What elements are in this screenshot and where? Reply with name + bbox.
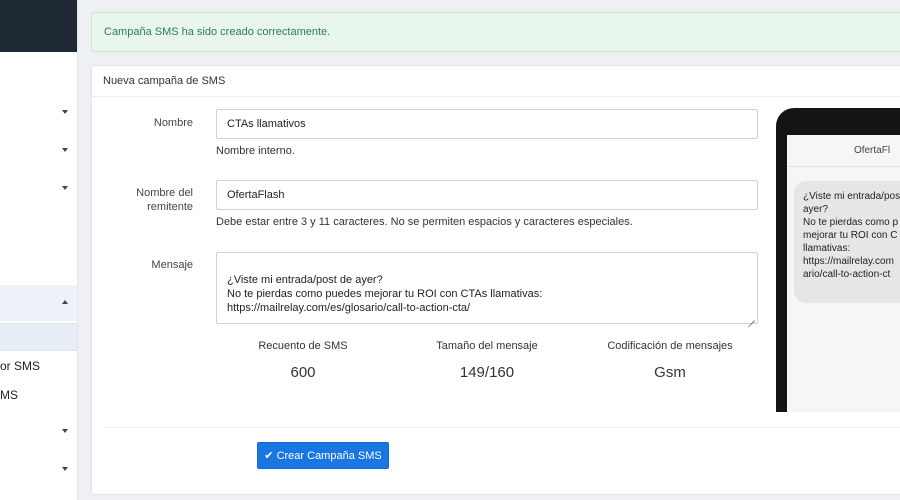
sidebar: or SMS MS	[0, 0, 78, 500]
nombre-label: Nombre	[153, 117, 193, 129]
phone-preview: OfertaFl ¿Viste mi entrada/pos ayer? No …	[776, 108, 900, 412]
stat-message-size: Tamaño del mensaje 149/160	[407, 340, 567, 381]
nombre-input[interactable]: CTAs llamativos	[216, 109, 758, 139]
divider	[103, 427, 900, 428]
preview-message-bubble: ¿Viste mi entrada/pos ayer? No te pierda…	[794, 181, 900, 303]
button-label: Crear Campaña SMS	[276, 450, 382, 462]
card-title: Nueva campaña de SMS	[92, 66, 900, 97]
mensaje-textarea[interactable]: ¿Viste mi entrada/post de ayer? No te pi…	[216, 252, 758, 324]
chevron-down-icon[interactable]	[62, 186, 68, 190]
preview-sender: OfertaFl	[787, 135, 900, 167]
stat-label: Tamaño del mensaje	[436, 340, 538, 352]
create-sms-campaign-button[interactable]: ✔ Crear Campaña SMS	[257, 442, 389, 469]
check-icon: ✔	[264, 450, 274, 462]
stat-encoding: Codificación de mensajes Gsm	[590, 340, 750, 381]
stat-label: Recuento de SMS	[258, 340, 348, 352]
resize-handle-icon[interactable]	[748, 314, 755, 321]
alert-message: Campaña SMS ha sido creado correctamente…	[104, 26, 331, 38]
sidebar-header	[0, 0, 77, 52]
mensaje-text: ¿Viste mi entrada/post de ayer? No te pi…	[227, 274, 543, 314]
chevron-down-icon[interactable]	[62, 110, 68, 114]
stat-label: Codificación de mensajes	[607, 340, 733, 352]
sidebar-subitem-active[interactable]	[0, 323, 77, 351]
chevron-down-icon[interactable]	[62, 429, 68, 433]
stat-value: Gsm	[654, 364, 686, 381]
phone-screen: OfertaFl ¿Viste mi entrada/pos ayer? No …	[787, 135, 900, 412]
sms-campaign-card: Nueva campaña de SMS Nombre CTAs llamati…	[91, 65, 900, 495]
chevron-up-icon[interactable]	[62, 300, 68, 304]
remitente-input[interactable]: OfertaFlash	[216, 180, 758, 210]
sidebar-item-label[interactable]: or SMS	[0, 359, 40, 373]
stat-sms-count: Recuento de SMS 600	[223, 340, 383, 381]
success-alert: Campaña SMS ha sido creado correctamente…	[91, 12, 900, 52]
mensaje-label: Mensaje	[151, 259, 193, 271]
chevron-down-icon[interactable]	[62, 467, 68, 471]
nombre-help: Nombre interno.	[216, 145, 295, 157]
remitente-label: Nombre del remitente	[92, 186, 193, 214]
sidebar-item-label[interactable]: MS	[0, 388, 18, 402]
remitente-label-line1: Nombre del	[136, 187, 193, 199]
remitente-label-line2: remitente	[147, 201, 193, 213]
stat-value: 149/160	[459, 364, 515, 381]
stat-value: 600	[290, 364, 316, 381]
chevron-down-icon[interactable]	[62, 148, 68, 152]
remitente-help: Debe estar entre 3 y 11 caracteres. No s…	[216, 216, 633, 228]
